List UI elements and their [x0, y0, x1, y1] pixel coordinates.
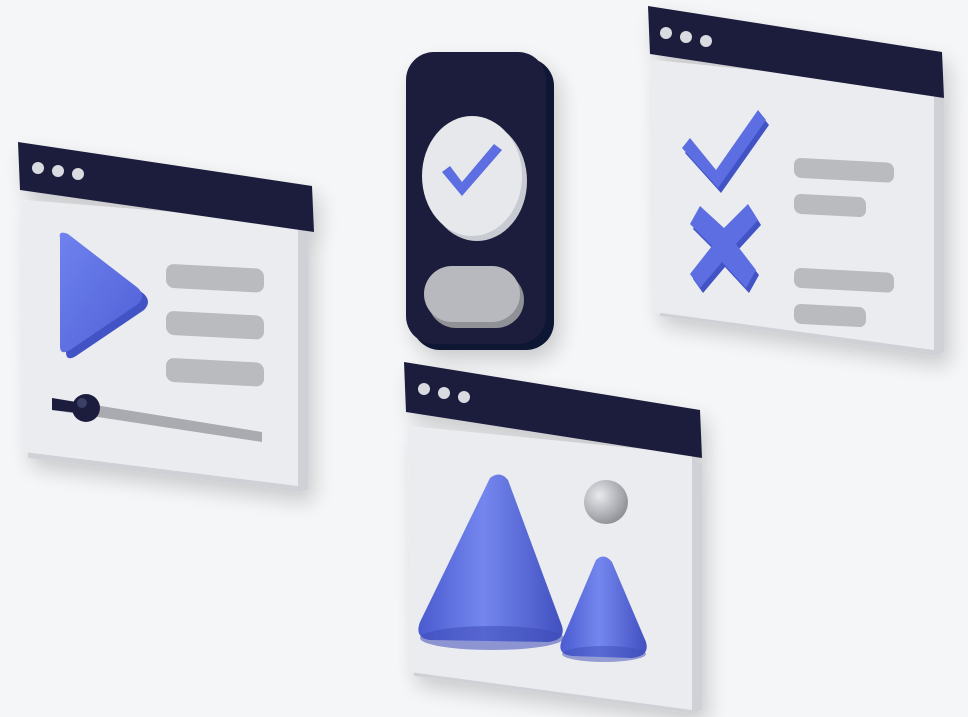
checklist-window-face — [652, 60, 934, 350]
illustration-canvas — [18, 6, 944, 714]
sun-icon — [584, 480, 628, 524]
window-dot-3[interactable] — [700, 35, 712, 47]
window-dot-1[interactable] — [418, 383, 430, 395]
window-dot-2[interactable] — [52, 165, 64, 177]
illustration-scene — [0, 0, 968, 717]
media-text-lines — [166, 264, 264, 387]
window-dot-1[interactable] — [660, 27, 672, 39]
window-dot-2[interactable] — [680, 31, 692, 43]
window-dot-2[interactable] — [438, 387, 450, 399]
checklist-window — [648, 6, 944, 356]
text-line — [794, 303, 866, 328]
window-dot-1[interactable] — [32, 162, 44, 174]
text-line — [166, 264, 264, 293]
text-line — [166, 311, 264, 340]
phone-card — [406, 52, 554, 350]
image-window — [404, 362, 702, 714]
phone-button[interactable] — [424, 266, 520, 322]
text-line — [794, 193, 866, 218]
media-player-window — [18, 142, 314, 492]
window-dot-3[interactable] — [72, 168, 84, 180]
text-line — [166, 358, 264, 387]
window-dot-3[interactable] — [458, 391, 470, 403]
slider-handle[interactable] — [72, 394, 100, 422]
